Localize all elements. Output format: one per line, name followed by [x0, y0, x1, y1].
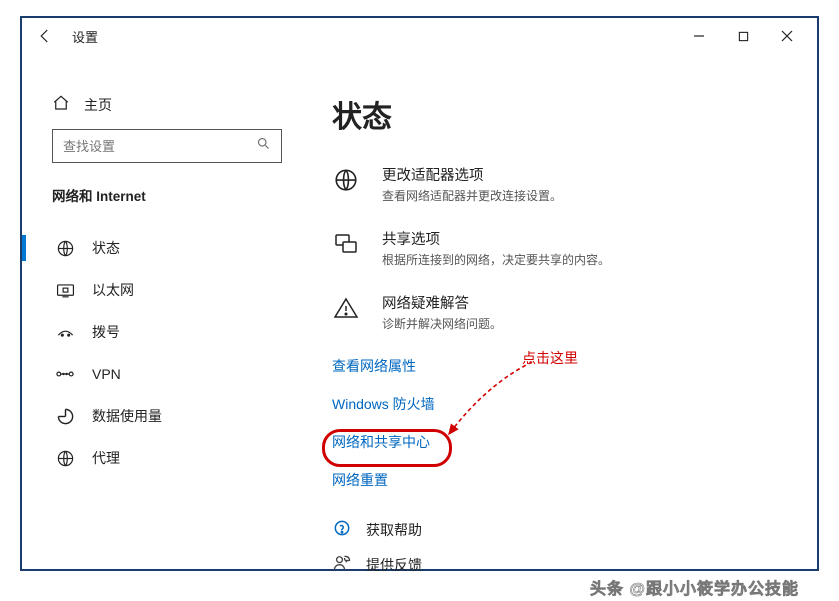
minimize-button[interactable] — [677, 20, 721, 52]
proxy-icon — [54, 449, 76, 468]
maximize-button[interactable] — [721, 20, 765, 52]
option-sharing[interactable]: 共享选项 根据所连接到的网络，决定要共享的内容。 — [332, 228, 797, 268]
adapter-icon — [332, 166, 360, 194]
titlebar: 设置 — [22, 18, 817, 54]
sidebar-item-label: 状态 — [92, 238, 120, 258]
home-label: 主页 — [84, 95, 112, 115]
footer-help[interactable]: 获取帮助 — [332, 518, 422, 541]
sidebar-section-title: 网络和 Internet — [52, 185, 322, 205]
option-adapter[interactable]: 更改适配器选项 查看网络适配器并更改连接设置。 — [332, 164, 797, 204]
option-desc: 查看网络适配器并更改连接设置。 — [382, 187, 562, 204]
links-section: 查看网络属性 Windows 防火墙 网络和共享中心 网络重置 — [332, 356, 797, 490]
sidebar-item-label: VPN — [92, 366, 121, 382]
sidebar-item-dialup[interactable]: 拨号 — [52, 311, 322, 353]
watermark: 头条 @跟小小筱学办公技能 — [590, 575, 799, 599]
option-text: 更改适配器选项 查看网络适配器并更改连接设置。 — [382, 164, 562, 204]
sidebar-item-label: 代理 — [92, 448, 120, 468]
sidebar-item-vpn[interactable]: VPN — [52, 353, 322, 395]
search-input[interactable] — [63, 139, 256, 154]
warning-icon — [332, 294, 360, 322]
vpn-icon — [54, 367, 76, 381]
link-reset[interactable]: 网络重置 — [332, 470, 797, 490]
sidebar-item-status[interactable]: 状态 — [52, 227, 322, 269]
sidebar-nav: 状态 以太网 拨号 V — [52, 227, 322, 479]
footer-label: 获取帮助 — [366, 520, 422, 540]
option-title: 网络疑难解答 — [382, 292, 502, 313]
option-desc: 诊断并解决网络问题。 — [382, 315, 502, 332]
sharing-icon — [332, 230, 360, 258]
settings-window: 设置 主页 — [20, 16, 819, 571]
close-button[interactable] — [765, 20, 809, 52]
ethernet-icon — [54, 282, 76, 299]
option-troubleshoot[interactable]: 网络疑难解答 诊断并解决网络问题。 — [332, 292, 797, 332]
data-usage-icon — [54, 407, 76, 426]
home-icon — [52, 94, 70, 115]
footer-links: 提供反馈 — [332, 553, 797, 576]
content: 主页 网络和 Internet 状态 — [22, 54, 817, 569]
link-view-properties[interactable]: 查看网络属性 — [332, 356, 797, 376]
sidebar-item-ethernet[interactable]: 以太网 — [52, 269, 322, 311]
window-title: 设置 — [72, 27, 98, 46]
sidebar-item-label: 数据使用量 — [92, 406, 162, 426]
option-text: 共享选项 根据所连接到的网络，决定要共享的内容。 — [382, 228, 610, 268]
back-icon[interactable] — [36, 27, 54, 45]
help-icon — [332, 518, 352, 541]
sidebar-item-label: 拨号 — [92, 322, 120, 342]
option-title: 更改适配器选项 — [382, 164, 562, 185]
option-title: 共享选项 — [382, 228, 610, 249]
dialup-icon — [54, 325, 76, 339]
link-sharing-center[interactable]: 网络和共享中心 — [332, 432, 797, 452]
sidebar-item-datausage[interactable]: 数据使用量 — [52, 395, 322, 437]
search-box[interactable] — [52, 129, 282, 163]
titlebar-left: 设置 — [36, 27, 98, 46]
page-title: 状态 — [332, 92, 797, 136]
globe-icon — [54, 239, 76, 258]
footer-label: 提供反馈 — [366, 555, 422, 575]
window-controls — [677, 20, 809, 52]
sidebar: 主页 网络和 Internet 状态 — [22, 54, 322, 569]
footer-feedback[interactable]: 提供反馈 — [332, 553, 422, 576]
option-desc: 根据所连接到的网络，决定要共享的内容。 — [382, 251, 610, 268]
sidebar-item-proxy[interactable]: 代理 — [52, 437, 322, 479]
footer-links: 获取帮助 — [332, 518, 797, 541]
feedback-icon — [332, 553, 352, 576]
search-icon — [256, 136, 271, 156]
link-firewall[interactable]: Windows 防火墙 — [332, 394, 797, 414]
option-text: 网络疑难解答 诊断并解决网络问题。 — [382, 292, 502, 332]
main-panel: 状态 更改适配器选项 查看网络适配器并更改连接设置。 共享选项 根据所连接到的网… — [322, 54, 817, 569]
sidebar-item-label: 以太网 — [92, 280, 134, 300]
sidebar-home[interactable]: 主页 — [52, 94, 322, 115]
